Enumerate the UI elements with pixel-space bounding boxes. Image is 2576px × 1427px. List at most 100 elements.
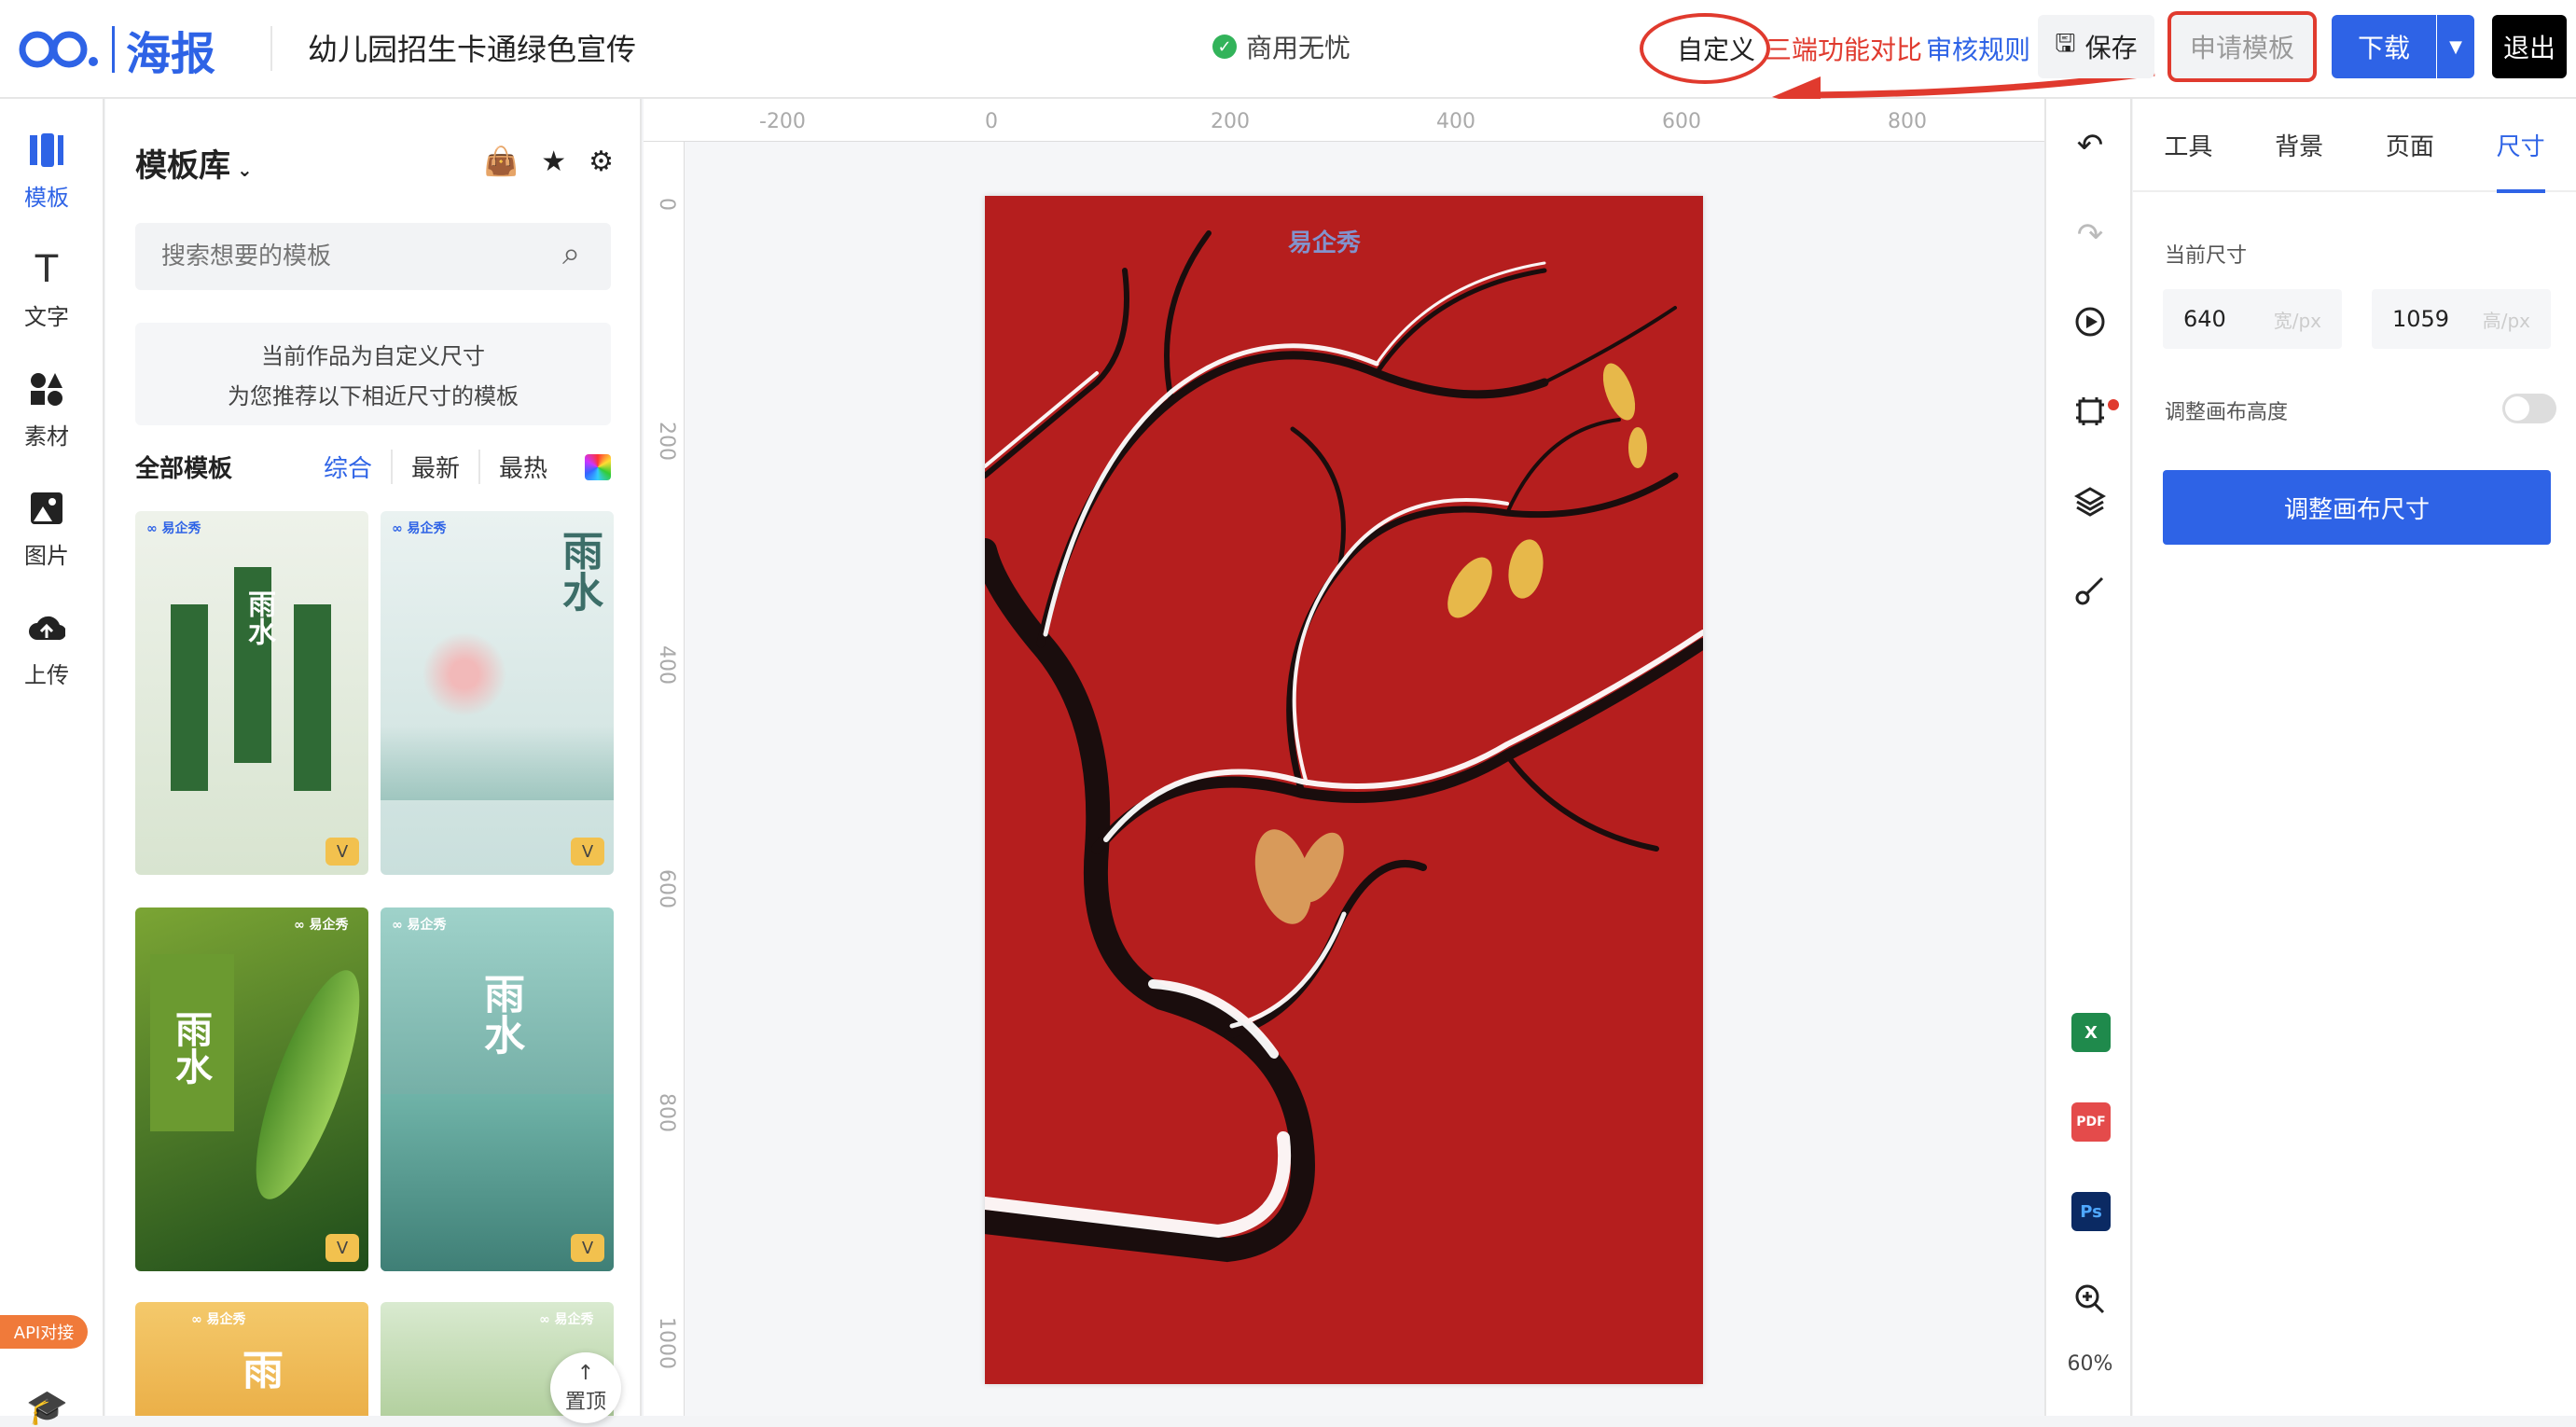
check-circle-icon: ✓ [1212,35,1237,59]
all-templates-label: 全部模板 [135,455,233,483]
snowy-branch-photo[interactable] [973,196,1709,1384]
document-title[interactable]: 幼儿园招生卡通绿色宣传 [308,26,636,69]
ruler-tick: 400 [655,645,678,685]
upload-icon [28,604,65,651]
tab-background[interactable]: 背景 [2275,98,2323,191]
template-search-input[interactable] [135,223,611,290]
rail-item-image[interactable]: 图片 [0,485,93,570]
tab-page[interactable]: 页面 [2386,98,2434,191]
template-thumb[interactable]: ∞ 易企秀 雨水 V [381,511,614,875]
adjust-height-toggle[interactable] [2502,394,2556,423]
arrow-up-icon: ↑ [576,1361,595,1385]
canvas-area[interactable]: -200 0 200 400 600 800 0 200 400 600 800… [644,99,2044,1416]
height-unit: 高/px [2482,309,2530,332]
tab-hottest[interactable]: 最热 [478,450,566,484]
top-bar: 海报 幼儿园招生卡通绿色宣传 ✓ 商用无忧 自定义 三端功能对比 审核规则 🖫 … [0,0,2576,110]
template-filter-row: 全部模板 综合 最新 最热 [135,450,611,484]
rail-label: 图片 [24,543,69,569]
template-panel: 模板库 ⌄ 👜 ★ ⚙ ⌕ 当前作品为自定义尺寸 为您推荐以下相近尺寸的模板 全… [105,99,642,1416]
horizontal-ruler[interactable]: -200 0 200 400 600 800 [644,99,2044,142]
tab-comprehensive[interactable]: 综合 [305,450,391,484]
layers-icon[interactable] [2046,485,2134,517]
artboard-logo[interactable]: 易企秀 [1288,224,1361,258]
thumb-logo: ∞ 易企秀 [294,918,349,933]
photoshop-icon[interactable]: Ps [2071,1192,2111,1231]
panel-icons: 👜 ★ ⚙ [484,145,614,178]
brush-icon[interactable] [2046,575,2134,606]
exit-button[interactable]: 退出 [2492,15,2567,78]
adjust-canvas-size-button[interactable]: 调整画布尺寸 [2163,470,2551,545]
pdf-icon[interactable]: PDF [2071,1102,2111,1142]
rail-item-template[interactable]: 模板 [0,127,93,212]
tab-size[interactable]: 尺寸 [2496,98,2545,193]
tab-newest[interactable]: 最新 [390,450,478,484]
save-icon: 🖫 [2055,30,2076,58]
editor-toolbar: ↶ ↷ X PDF Ps 60% [2044,99,2132,1416]
height-field[interactable]: 1059 高/px [2372,289,2551,349]
undo-icon[interactable]: ↶ [2046,127,2134,164]
vertical-ruler[interactable]: 0 200 400 600 800 1000 [644,142,685,1416]
thumb-logo: ∞ 易企秀 [392,521,447,536]
rail-label: 模板 [24,185,69,211]
thumb-title: 雨 [235,1349,283,1390]
ruler-tick: 0 [985,110,998,133]
logo-text: 海报 [126,28,216,80]
star-icon[interactable]: ★ [541,145,566,178]
ruler-tick: 200 [655,422,678,461]
custom-size-link[interactable]: 自定义 [1677,30,1755,67]
rail-item-text[interactable]: T 文字 [0,246,93,331]
download-button[interactable]: 下载 [2332,15,2436,78]
gear-icon[interactable]: ⚙ [589,145,614,178]
properties-panel: 工具 背景 页面 尺寸 当前尺寸 640 宽/px 1059 高/px 调整画布… [2133,99,2576,1416]
poster-artboard[interactable]: 易企秀 [973,196,1709,1384]
rail-item-upload[interactable]: 上传 [0,604,93,689]
thumb-logo: ∞ 易企秀 [146,521,201,536]
color-filter-icon[interactable] [585,453,611,480]
bag-icon[interactable]: 👜 [484,145,519,178]
back-to-top-label: 置顶 [564,1390,606,1414]
back-to-top-button[interactable]: ↑ 置顶 [550,1352,621,1423]
thumb-logo: ∞ 易企秀 [392,918,447,933]
apply-template-button[interactable]: 申请模板 [2171,15,2313,78]
leaf-panel [171,604,208,791]
zoom-in-icon[interactable] [2046,1283,2134,1315]
search-icon[interactable]: ⌕ [562,235,580,272]
adjust-height-label: 调整画布高度 [2165,401,2289,424]
crop-icon[interactable] [2046,395,2134,427]
thumb-title: 雨水 [169,1010,212,1085]
ruler-tick: 600 [655,869,678,908]
chevron-down-icon: ⌄ [230,159,253,181]
width-unit: 宽/px [2273,309,2321,332]
width-value[interactable]: 640 [2183,306,2226,332]
width-field[interactable]: 640 宽/px [2163,289,2342,349]
zoom-level[interactable]: 60% [2046,1352,2134,1376]
save-button[interactable]: 🖫 保存 [2038,15,2154,78]
height-value[interactable]: 1059 [2392,306,2449,332]
size-notice: 当前作品为自定义尺寸 为您推荐以下相近尺寸的模板 [135,323,611,425]
download-dropdown-button[interactable]: ▼ [2437,15,2474,78]
template-thumb[interactable]: ∞ 易企秀 雨水 V [135,907,368,1271]
template-thumb[interactable]: ∞ 易企秀 雨水 V [135,511,368,875]
panel-title[interactable]: 模板库 ⌄ [135,140,253,186]
api-badge[interactable]: API对接 [0,1315,88,1349]
redo-icon[interactable]: ↷ [2046,216,2134,254]
excel-icon[interactable]: X [2071,1013,2111,1052]
ruler-tick: 0 [655,198,678,211]
current-size-label: 当前尺寸 [2165,244,2248,268]
template-thumb[interactable]: ∞ 易企秀 雨 [135,1302,368,1416]
vip-badge-icon: V [325,1234,359,1262]
ruler-tick: 800 [1888,110,1927,133]
ruler-tick: 600 [1662,110,1701,133]
rail-label: 上传 [24,662,69,688]
thumb-title: 雨水 [242,589,275,645]
rail-item-material[interactable]: 素材 [0,366,93,450]
properties-tabs: 工具 背景 页面 尺寸 [2133,98,2576,193]
template-thumb[interactable]: ∞ 易企秀 雨水 V [381,907,614,1271]
commercial-safe-notice[interactable]: ✓ 商用无忧 [1212,28,1350,65]
tab-tools[interactable]: 工具 [2164,98,2212,191]
thumb-logo: ∞ 易企秀 [539,1312,594,1327]
graduation-cap-icon[interactable]: 🎓 [26,1388,68,1427]
leaf-art [235,959,368,1211]
app-logo[interactable]: 海报 [17,17,215,82]
play-icon[interactable] [2046,306,2134,338]
